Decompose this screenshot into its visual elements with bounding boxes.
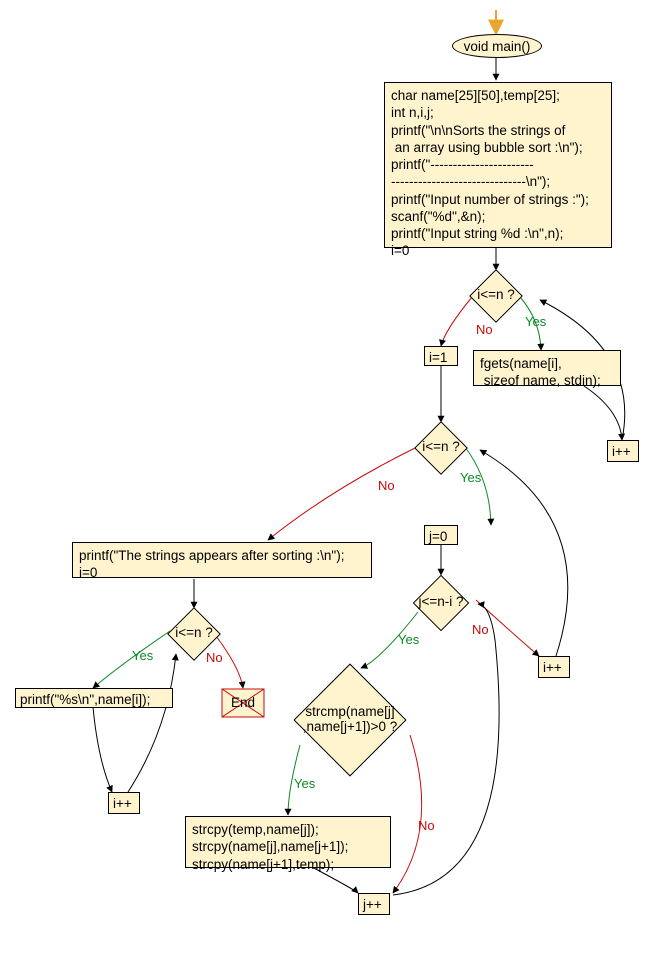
set-j-0: j=0 — [424, 525, 458, 545]
edge-no-5: No — [206, 650, 223, 665]
edge-yes-4: Yes — [294, 776, 315, 791]
print-name-block: printf("%s\n",name[i]); — [15, 688, 173, 708]
inc3-text: i++ — [109, 793, 139, 814]
inc-j: j++ — [358, 893, 390, 915]
edge-no-4: No — [418, 818, 435, 833]
cond4-text: strcmp(name[j] ,name[j+1])>0 ? — [260, 704, 440, 734]
setj0-text: j=0 — [425, 526, 457, 547]
edge-yes-1: Yes — [525, 314, 546, 329]
edge-yes-5: Yes — [132, 648, 153, 663]
init-block: char name[25][50],temp[25]; int n,i,j; p… — [384, 82, 612, 248]
cond3-text: j<=n-i ? — [401, 594, 481, 609]
cond5-text: i<=n ? — [158, 625, 230, 640]
printhdr-text: printf("The strings appears after sortin… — [73, 543, 371, 586]
print-header-block: printf("The strings appears after sortin… — [72, 542, 372, 578]
start-label: void main() — [464, 39, 531, 54]
inc-i-3: i++ — [108, 792, 140, 814]
inc-i-1: i++ — [607, 440, 639, 462]
swap-text: strcpy(temp,name[j]); strcpy(name[j],nam… — [186, 817, 390, 877]
edge-no-3: No — [472, 622, 489, 637]
cond1-text: i<=n ? — [460, 287, 532, 302]
edge-no-2: No — [378, 478, 395, 493]
edge-yes-3: Yes — [398, 632, 419, 647]
decision-i-le-n-1: i<=n ? — [460, 268, 532, 322]
start-node: void main() — [452, 34, 542, 58]
inc2-text: i++ — [539, 657, 569, 678]
swap-block: strcpy(temp,name[j]); strcpy(name[j],nam… — [185, 816, 391, 868]
decision-i-le-n-2: i<=n ? — [405, 420, 477, 474]
fgets-block: fgets(name[i], sizeof name, stdin); — [473, 350, 621, 386]
inc-i-2: i++ — [538, 656, 570, 678]
printname-text: printf("%s\n",name[i]); — [16, 689, 172, 710]
seti1-text: i=1 — [425, 347, 457, 368]
decision-strcmp: strcmp(name[j] ,name[j+1])>0 ? — [260, 660, 440, 780]
fgets-text: fgets(name[i], sizeof name, stdin); — [474, 351, 620, 394]
cond2-text: i<=n ? — [405, 439, 477, 454]
inc1-text: i++ — [608, 441, 638, 462]
edge-yes-2: Yes — [460, 470, 481, 485]
init-text: char name[25][50],temp[25]; int n,i,j; p… — [385, 83, 611, 264]
incj-text: j++ — [359, 894, 389, 915]
edge-no-1: No — [476, 322, 493, 337]
end-text: End — [221, 695, 265, 710]
decision-j-le-n-i: j<=n-i ? — [401, 575, 481, 629]
set-i-1: i=1 — [424, 346, 458, 366]
